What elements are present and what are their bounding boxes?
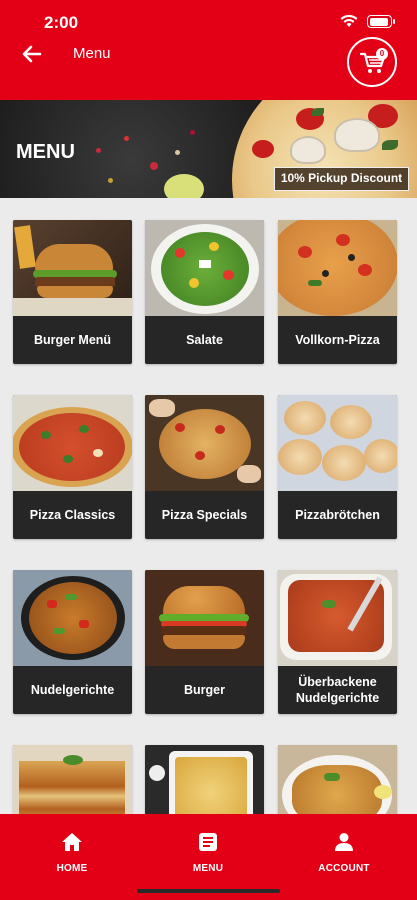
category-card-nudelgerichte[interactable]: Nudelgerichte	[13, 570, 132, 714]
ueberbackene-nudelgerichte-image	[278, 570, 397, 666]
app-header: 2:00 Menu 0	[0, 0, 417, 100]
back-arrow-icon[interactable]	[20, 42, 44, 66]
category-card-pizzabroetchen[interactable]: Pizzabrötchen	[278, 395, 397, 539]
status-time: 2:00	[44, 13, 79, 32]
nav-home[interactable]: HOME	[32, 832, 112, 882]
lasagne-image	[13, 745, 132, 814]
category-label: Pizza Classics	[29, 508, 116, 522]
category-card-pizza-classics[interactable]: Pizza Classics	[13, 395, 132, 539]
status-bar: 2:00	[0, 0, 417, 44]
category-card-burger-menu[interactable]: Burger Menü	[13, 220, 132, 364]
pickup-discount-badge: 10% Pickup Discount	[274, 167, 409, 191]
page-title: Menu	[73, 45, 111, 62]
pizza-specials-image	[145, 395, 264, 491]
category-label: Burger Menü	[33, 333, 112, 347]
auflauf-image	[145, 745, 264, 814]
cart-button[interactable]: 0	[347, 37, 397, 87]
category-card-salate[interactable]: Salate	[145, 220, 264, 364]
home-icon	[62, 833, 82, 851]
pizza-classics-image	[13, 395, 132, 491]
category-label: Vollkorn-Pizza	[295, 333, 380, 347]
nav-account-label: ACCOUNT	[318, 863, 370, 874]
wifi-icon	[340, 14, 358, 27]
menu-banner: MENU 10% Pickup Discount	[0, 100, 417, 198]
category-card-auflauf[interactable]	[145, 745, 264, 814]
category-card-ueberbackene-nudelgerichte[interactable]: Überbackene Nudelgerichte	[278, 570, 397, 714]
category-label: Überbackene Nudelgerichte	[295, 675, 380, 705]
nudelgerichte-image	[13, 570, 132, 666]
burger-image	[145, 570, 264, 666]
category-card-schnitzel[interactable]	[278, 745, 397, 814]
nav-menu-label: MENU	[192, 863, 224, 874]
category-label: Pizza Specials	[161, 508, 248, 522]
schnitzel-image	[278, 745, 397, 814]
cart-count-badge: 0	[376, 48, 388, 60]
salate-image	[145, 220, 264, 316]
category-card-lasagne[interactable]	[13, 745, 132, 814]
category-grid: Burger Menü Salate Vollkorn-Pizza Pizza …	[0, 198, 417, 814]
nav-account[interactable]: ACCOUNT	[304, 832, 384, 882]
bottom-navigation: HOME MENU ACCOUNT	[0, 814, 417, 900]
battery-icon	[367, 15, 395, 28]
account-icon	[335, 833, 353, 851]
pizzabroetchen-image	[278, 395, 397, 491]
category-label: Pizzabrötchen	[295, 508, 380, 522]
nav-menu[interactable]: MENU	[168, 832, 248, 882]
vollkorn-pizza-image	[278, 220, 397, 316]
category-label: Salate	[186, 333, 223, 347]
category-label: Nudelgerichte	[30, 683, 115, 697]
burger-menu-image	[13, 220, 132, 316]
home-indicator[interactable]	[137, 889, 280, 893]
menu-icon	[199, 833, 217, 851]
banner-title: MENU	[16, 141, 75, 163]
nav-home-label: HOME	[56, 863, 88, 874]
category-card-burger[interactable]: Burger	[145, 570, 264, 714]
category-label: Burger	[184, 683, 225, 697]
category-card-pizza-specials[interactable]: Pizza Specials	[145, 395, 264, 539]
category-card-vollkorn-pizza[interactable]: Vollkorn-Pizza	[278, 220, 397, 364]
